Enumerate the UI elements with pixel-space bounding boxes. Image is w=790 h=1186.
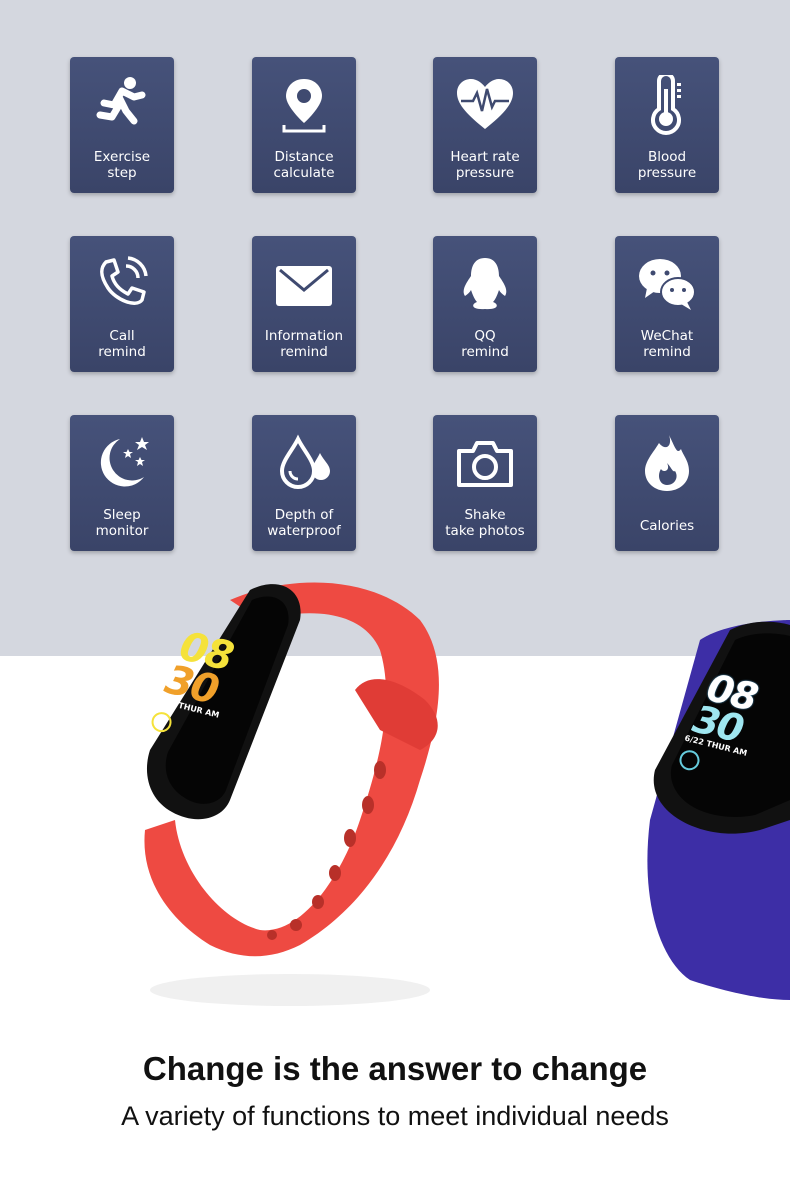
location-pin-icon	[282, 79, 326, 133]
feature-tile-blood-pressure: Blood pressure	[615, 57, 719, 193]
feature-tile-calories: Calories	[615, 415, 719, 551]
feature-tile-shake-photos: Shake take photos	[433, 415, 537, 551]
running-person-icon	[96, 77, 146, 125]
feature-tile-qq-remind: QQ remind	[433, 236, 537, 372]
feature-label-line1: QQ	[474, 328, 496, 344]
moon-stars-icon	[100, 437, 149, 487]
feature-tile-heart-rate: Heart rate pressure	[433, 57, 537, 193]
feature-tile-call-remind: Call remind	[70, 236, 174, 372]
feature-label-line2: waterproof	[267, 523, 341, 539]
water-drops-icon	[279, 434, 330, 489]
flame-icon	[645, 435, 689, 491]
feature-label-line1: Depth of	[274, 507, 334, 523]
feature-label-line2: calculate	[273, 165, 335, 181]
feature-label-line1: Heart rate	[450, 149, 520, 165]
feature-label-line1: Exercise	[93, 149, 151, 165]
feature-label-line1: Calories	[639, 518, 695, 534]
feature-label-line2: pressure	[637, 165, 697, 181]
feature-label-line1: Sleep	[103, 507, 141, 523]
feature-label-line2: remind	[280, 344, 328, 360]
fitness-bands-illustration	[144, 582, 790, 1006]
envelope-icon	[276, 266, 332, 306]
feature-label-line1: Information	[264, 328, 344, 344]
feature-label-line2: remind	[461, 344, 509, 360]
feature-label-line2: take photos	[445, 523, 525, 539]
headline: Change is the answer to change	[142, 1050, 648, 1087]
feature-label-line2: step	[107, 165, 137, 181]
feature-tile-wechat-remind: WeChat remind	[615, 236, 719, 372]
feature-tile-distance: Distance calculate	[252, 57, 356, 193]
feature-tile-waterproof: Depth of waterproof	[252, 415, 356, 551]
feature-tile-exercise-step: Exercise step	[70, 57, 174, 193]
feature-tile-sleep-monitor: Sleep monitor	[70, 415, 174, 551]
feature-label-line1: Distance	[274, 149, 334, 165]
thermometer-icon	[651, 75, 681, 135]
feature-label-line2: remind	[98, 344, 146, 360]
feature-label-line1: Call	[109, 328, 135, 344]
feature-label-line1: Shake	[464, 507, 506, 523]
feature-label-line2: monitor	[95, 523, 149, 539]
feature-tile-information-remind: Information remind	[252, 236, 356, 372]
subheadline: A variety of functions to meet individua…	[121, 1101, 669, 1131]
feature-label-line2: remind	[643, 344, 691, 360]
feature-label-line1: WeChat	[640, 328, 694, 344]
phone-call-icon	[100, 256, 148, 305]
qq-penguin-icon	[463, 258, 507, 310]
feature-label-line1: Blood	[647, 149, 687, 165]
feature-label-line2: pressure	[455, 165, 515, 181]
camera-icon	[457, 441, 513, 487]
wechat-icon	[639, 259, 696, 310]
heart-rate-icon	[457, 79, 513, 129]
